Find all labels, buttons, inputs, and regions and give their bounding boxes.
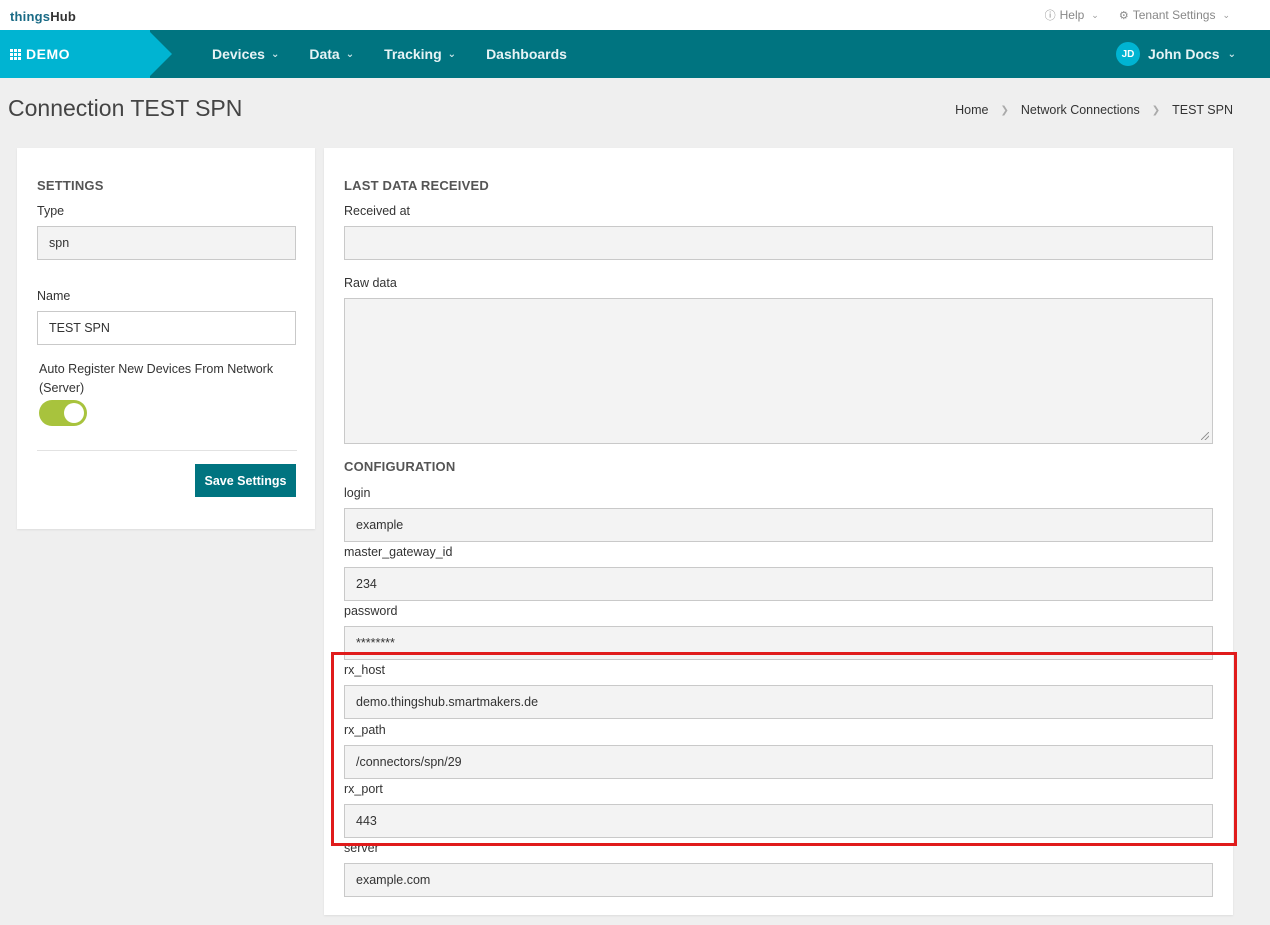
divider [37, 450, 297, 451]
chevron-down-icon: ⌄ [1227, 48, 1236, 60]
chevron-down-icon: ⌄ [447, 48, 457, 60]
settings-card: SETTINGS Type spn Name TEST SPN Auto Reg… [17, 148, 315, 529]
gear-icon: ⚙ [1118, 9, 1129, 22]
name-field[interactable]: TEST SPN [37, 311, 296, 345]
nav-data[interactable]: Data ⌄ [309, 46, 354, 62]
nav-data-label: Data [309, 46, 340, 62]
chevron-down-icon: ⌄ [1091, 9, 1099, 20]
user-menu[interactable]: JD John Docs ⌄ [1116, 30, 1236, 78]
raw-data-label: Raw data [344, 276, 397, 290]
brand-arrow [148, 30, 172, 78]
configuration-title: CONFIGURATION [344, 459, 456, 474]
breadcrumb-network-connections[interactable]: Network Connections [1021, 103, 1140, 117]
nav-tracking[interactable]: Tracking ⌄ [384, 46, 456, 62]
nav-devices[interactable]: Devices ⌄ [212, 46, 279, 62]
save-settings-button[interactable]: Save Settings [195, 464, 296, 497]
config-field-login: example [344, 508, 1213, 542]
chevron-down-icon: ⌄ [270, 48, 280, 60]
logo-prefix: things [10, 9, 51, 24]
tenant-settings-label: Tenant Settings [1132, 8, 1216, 22]
nav-dashboards-label: Dashboards [486, 46, 567, 62]
logo-suffix: Hub [50, 9, 77, 24]
breadcrumb: Home ❯ Network Connections ❯ TEST SPN [955, 103, 1233, 117]
chevron-down-icon: ⌄ [345, 48, 355, 60]
config-label-password: password [344, 604, 398, 618]
config-field-master-gateway-id: 234 [344, 567, 1213, 601]
apps-grid-icon [10, 48, 21, 60]
type-field: spn [37, 226, 296, 260]
brand-label: DEMO [26, 46, 70, 62]
help-menu[interactable]: ⓘ Help ⌄ [1045, 7, 1099, 23]
name-label: Name [37, 289, 71, 303]
chevron-down-icon: ⌄ [1222, 9, 1230, 20]
config-label-master-gateway-id: master_gateway_id [344, 545, 453, 559]
resize-handle-icon[interactable] [1201, 432, 1209, 440]
auto-register-toggle[interactable] [39, 400, 87, 426]
nav-dashboards[interactable]: Dashboards [486, 46, 567, 62]
brand-demo[interactable]: DEMO [0, 30, 150, 78]
logo[interactable]: thingsHub [10, 9, 76, 24]
received-at-label: Received at [344, 204, 411, 218]
chevron-right-icon: ❯ [1000, 104, 1009, 116]
breadcrumb-home[interactable]: Home [955, 103, 988, 117]
nav-tracking-label: Tracking [384, 46, 442, 62]
auto-register-label: Auto Register New Devices From Network (… [39, 362, 274, 395]
received-at-field [344, 226, 1213, 260]
help-circle-icon: ⓘ [1044, 10, 1056, 22]
last-data-title: LAST DATA RECEIVED [344, 178, 489, 193]
raw-data-textarea[interactable] [344, 298, 1213, 444]
page-title: Connection TEST SPN [8, 95, 243, 121]
chevron-right-icon: ❯ [1151, 104, 1161, 116]
tenant-settings-menu[interactable]: ⚙ Tenant Settings ⌄ [1119, 7, 1230, 23]
breadcrumb-current: TEST SPN [1172, 103, 1233, 117]
toggle-knob [64, 403, 84, 423]
help-label: Help [1059, 8, 1085, 22]
user-name: John Docs [1148, 46, 1220, 62]
type-label: Type [37, 204, 65, 218]
settings-title: SETTINGS [37, 178, 104, 193]
top-bar: thingsHub ⓘ Help ⌄ ⚙ Tenant Settings ⌄ [0, 0, 1270, 30]
nav-devices-label: Devices [212, 46, 265, 62]
config-field-server: example.com [344, 863, 1213, 897]
main-nav: DEMO Devices ⌄ Data ⌄ Tracking ⌄ Dashboards… [0, 30, 1270, 78]
highlight-box [331, 652, 1237, 846]
config-label-login: login [344, 486, 371, 500]
avatar: JD [1116, 42, 1141, 66]
